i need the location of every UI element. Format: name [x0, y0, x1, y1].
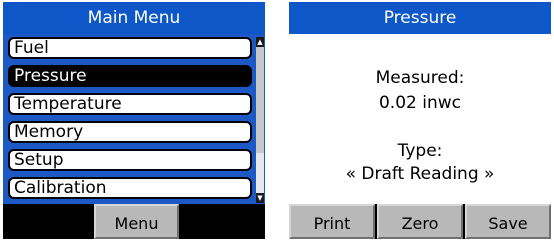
menu-item-setup[interactable]: Setup	[8, 149, 252, 171]
menu-item-memory[interactable]: Memory	[8, 121, 252, 143]
measured-value: 0.02 inwc	[378, 93, 461, 113]
scroll-down-arrow-icon[interactable]: ▼	[256, 193, 264, 203]
main-menu-softkey-bar: Menu	[3, 204, 265, 239]
menu-item-pressure[interactable]: Pressure	[8, 65, 252, 87]
type-label: Type:	[397, 141, 443, 161]
menu-scrollbar[interactable]: ▲ ▼	[256, 37, 264, 203]
print-softkey[interactable]: Print	[289, 204, 375, 239]
menu-item-temperature[interactable]: Temperature	[8, 93, 252, 115]
menu-item-fuel[interactable]: Fuel	[8, 37, 252, 59]
pressure-content: Measured: 0.02 inwc Type: « Draft Readin…	[289, 34, 551, 204]
main-menu-title: Main Menu	[3, 2, 265, 34]
menu-softkey[interactable]: Menu	[94, 204, 179, 239]
pressure-screen: Pressure Measured: 0.02 inwc Type: « Dra…	[289, 2, 551, 239]
scroll-thumb[interactable]	[256, 47, 264, 153]
pressure-softkey-bar: Print Zero Save	[289, 204, 551, 239]
type-value: « Draft Reading »	[345, 164, 495, 184]
main-menu-screen: Main Menu Fuel Pressure Temperature Memo…	[3, 2, 265, 239]
measured-label: Measured:	[375, 68, 465, 88]
menu-list: Fuel Pressure Temperature Memory Setup C…	[3, 34, 265, 204]
pressure-title: Pressure	[289, 2, 551, 34]
menu-item-calibration[interactable]: Calibration	[8, 177, 252, 199]
save-softkey[interactable]: Save	[465, 204, 551, 239]
scroll-up-arrow-icon[interactable]: ▲	[256, 37, 264, 47]
zero-softkey[interactable]: Zero	[377, 204, 463, 239]
